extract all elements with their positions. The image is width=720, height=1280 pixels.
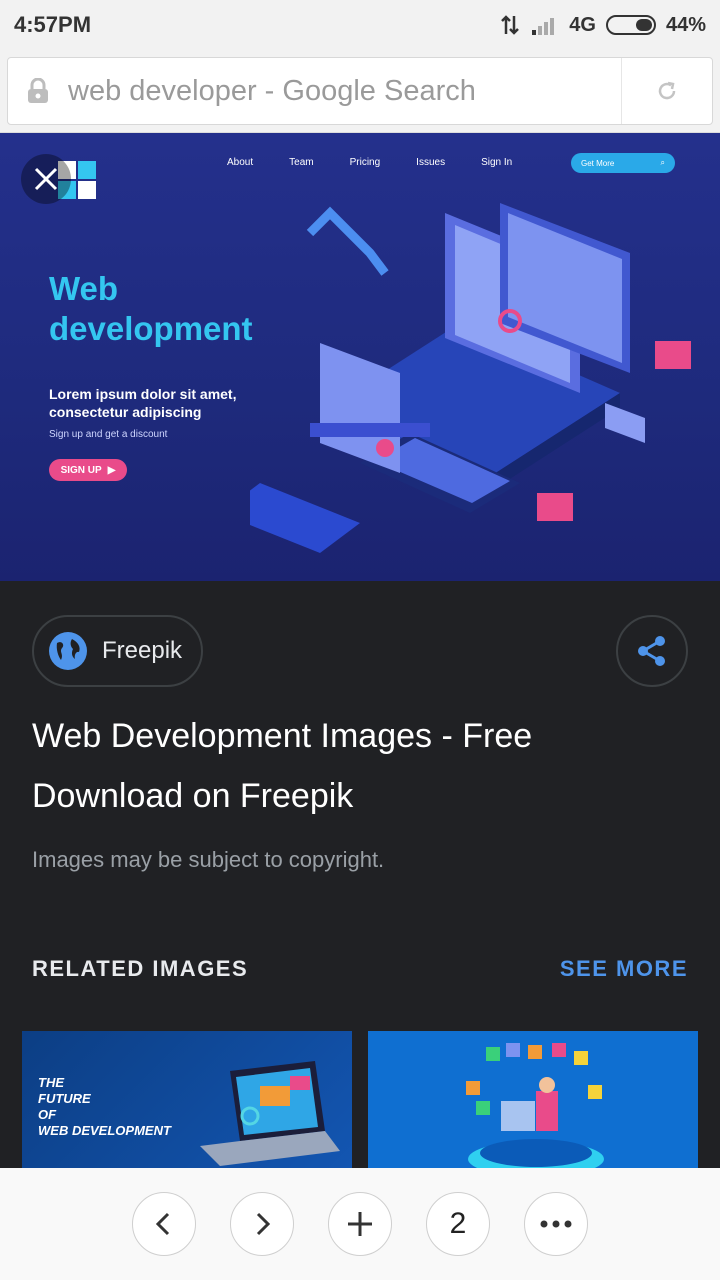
hero-sub-line1: Lorem ipsum dolor sit amet, (49, 386, 237, 402)
close-button[interactable] (21, 154, 71, 204)
back-button[interactable] (132, 1192, 196, 1256)
battery-percent: 44% (665, 13, 706, 36)
chevron-left-icon (155, 1212, 170, 1236)
close-icon (34, 167, 58, 191)
thumbnail-text-line4: WEB DEVELOPMENT (38, 1123, 171, 1138)
laptop-illustration (200, 1061, 340, 1166)
isometric-illustration (250, 203, 691, 553)
share-button[interactable] (616, 615, 688, 687)
hero-nav-signin: Sign In (481, 157, 513, 168)
address-bar[interactable]: web developer - Google Search (7, 57, 713, 125)
play-icon: ▶ (107, 464, 116, 476)
more-dots-icon (540, 1220, 572, 1228)
preview-image[interactable]: About Team Pricing Issues Sign In Get Mo… (0, 133, 720, 581)
developer-illustration (466, 1043, 604, 1171)
browser-toolbar: web developer - Google Search (0, 50, 720, 133)
chevron-right-icon (256, 1212, 271, 1236)
menu-button[interactable] (524, 1192, 588, 1256)
globe-icon (49, 632, 87, 670)
network-type: 4G (569, 13, 596, 36)
status-bar: 4:57PM 4G 44% (0, 0, 720, 50)
hero-subtitle: Lorem ipsum dolor sit amet, consectetur … (49, 385, 236, 421)
hero-get-more: Get More ⌕ (571, 153, 675, 173)
thumbnail-text: THE FUTURE OF WEB DEVELOPMENT (38, 1075, 171, 1139)
copyright-notice: Images may be subject to copyright. (32, 847, 385, 872)
tabs-button[interactable]: 2 (426, 1192, 490, 1256)
status-time: 4:57PM (14, 12, 92, 37)
see-more-link[interactable]: SEE MORE (560, 956, 688, 982)
signal-icon (532, 18, 555, 35)
new-tab-button[interactable] (328, 1192, 392, 1256)
thumbnail-text-line1: THE (38, 1075, 64, 1090)
tab-count: 2 (449, 1207, 467, 1240)
source-label[interactable]: Freepik (102, 637, 182, 665)
hero-get-more-label: Get More (581, 158, 615, 168)
source-chip[interactable]: Freepik (32, 615, 203, 687)
hero-search-icon: ⌕ (660, 158, 665, 167)
hero-title-line2: development (49, 310, 253, 347)
hero-nav: About Team Pricing Issues Sign In (227, 157, 512, 168)
status-icons: 4G 44% (499, 14, 706, 37)
reload-icon[interactable] (621, 58, 712, 124)
thumbnail-text-line2: FUTURE (38, 1091, 91, 1106)
lock-icon (8, 78, 68, 104)
hero-signup-label: SIGN UP (60, 464, 102, 476)
related-images-header: RELATED IMAGES (32, 956, 249, 981)
hero-nav-team: Team (289, 157, 314, 168)
hero-title: Web development (49, 269, 253, 349)
data-transfer-icon (501, 15, 520, 35)
related-image-thumbnail[interactable] (368, 1031, 698, 1171)
hero-nav-pricing: Pricing (349, 157, 381, 168)
hero-sub-line2: consectetur adipiscing (49, 404, 202, 420)
battery-icon (605, 15, 656, 35)
thumbnail-text-line3: OF (38, 1107, 57, 1122)
hero-title-line1: Web (49, 270, 119, 307)
hero-nav-about: About (227, 157, 254, 168)
related-image-thumbnail[interactable]: THE FUTURE OF WEB DEVELOPMENT (22, 1031, 352, 1171)
share-icon (638, 636, 665, 666)
forward-button[interactable] (230, 1192, 294, 1256)
hero-signup-button: SIGN UP ▶ (49, 459, 127, 481)
url-text[interactable]: web developer - Google Search (68, 75, 621, 108)
result-title[interactable]: Web Development Images - Free Download o… (32, 706, 652, 826)
battery-level (635, 19, 652, 31)
hero-small-text: Sign up and get a discount (49, 429, 168, 440)
plus-icon (348, 1212, 372, 1236)
hero-nav-issues: Issues (416, 157, 446, 168)
browser-bottom-bar: 2 (0, 1168, 720, 1280)
